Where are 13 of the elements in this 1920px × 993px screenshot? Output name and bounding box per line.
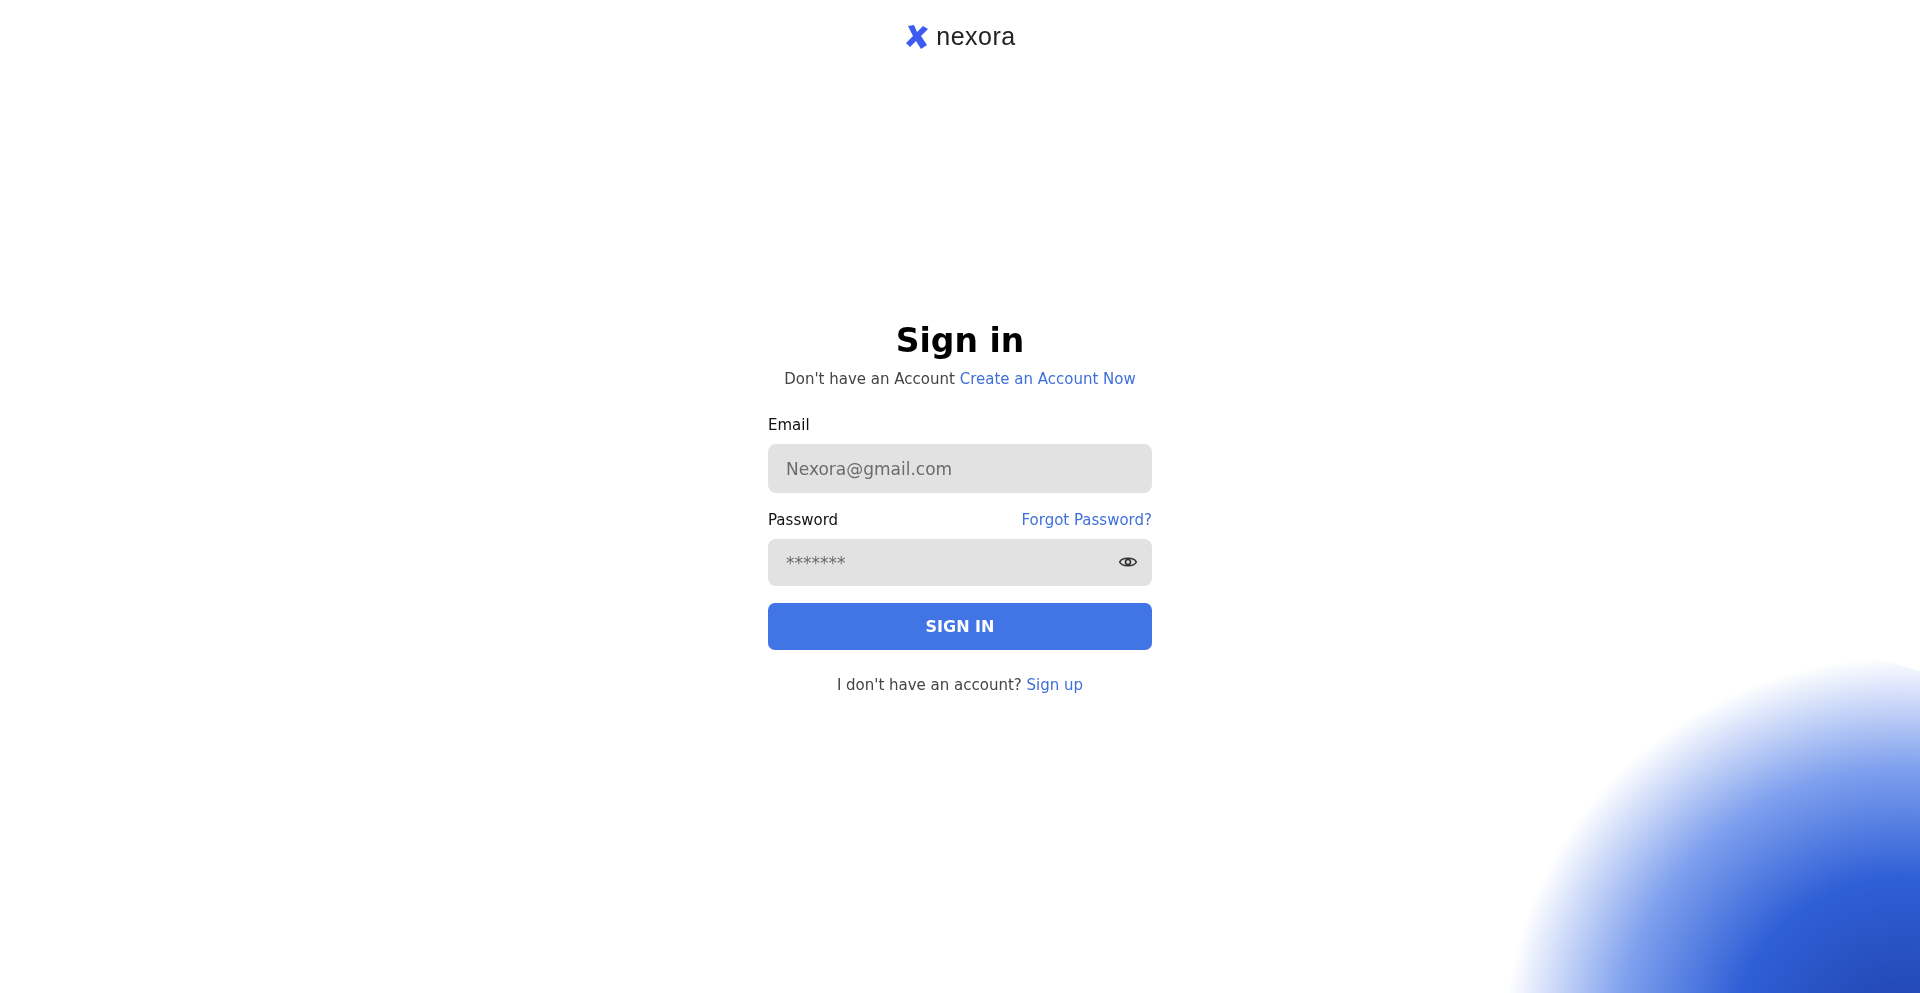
sign-in-button[interactable]: SIGN IN bbox=[768, 603, 1152, 650]
email-field[interactable]: Nexora@gmail.com bbox=[768, 444, 1152, 493]
email-label: Email bbox=[768, 416, 811, 434]
page-title: Sign in bbox=[894, 321, 1026, 360]
logo-text: nexora bbox=[936, 22, 1016, 51]
footer-text: I don't have an account? Sign up bbox=[835, 676, 1085, 694]
sign-up-link[interactable]: Sign up bbox=[1026, 676, 1084, 694]
create-account-link[interactable]: Create an Account Now bbox=[959, 370, 1136, 388]
subtitle-text: Don't have an Account Create an Account Now bbox=[783, 370, 1137, 388]
password-field[interactable]: ******* bbox=[768, 539, 1152, 586]
logo-icon bbox=[904, 22, 931, 51]
password-label: Password bbox=[768, 511, 839, 529]
forgot-password-link[interactable]: Forgot Password? bbox=[1021, 511, 1152, 529]
